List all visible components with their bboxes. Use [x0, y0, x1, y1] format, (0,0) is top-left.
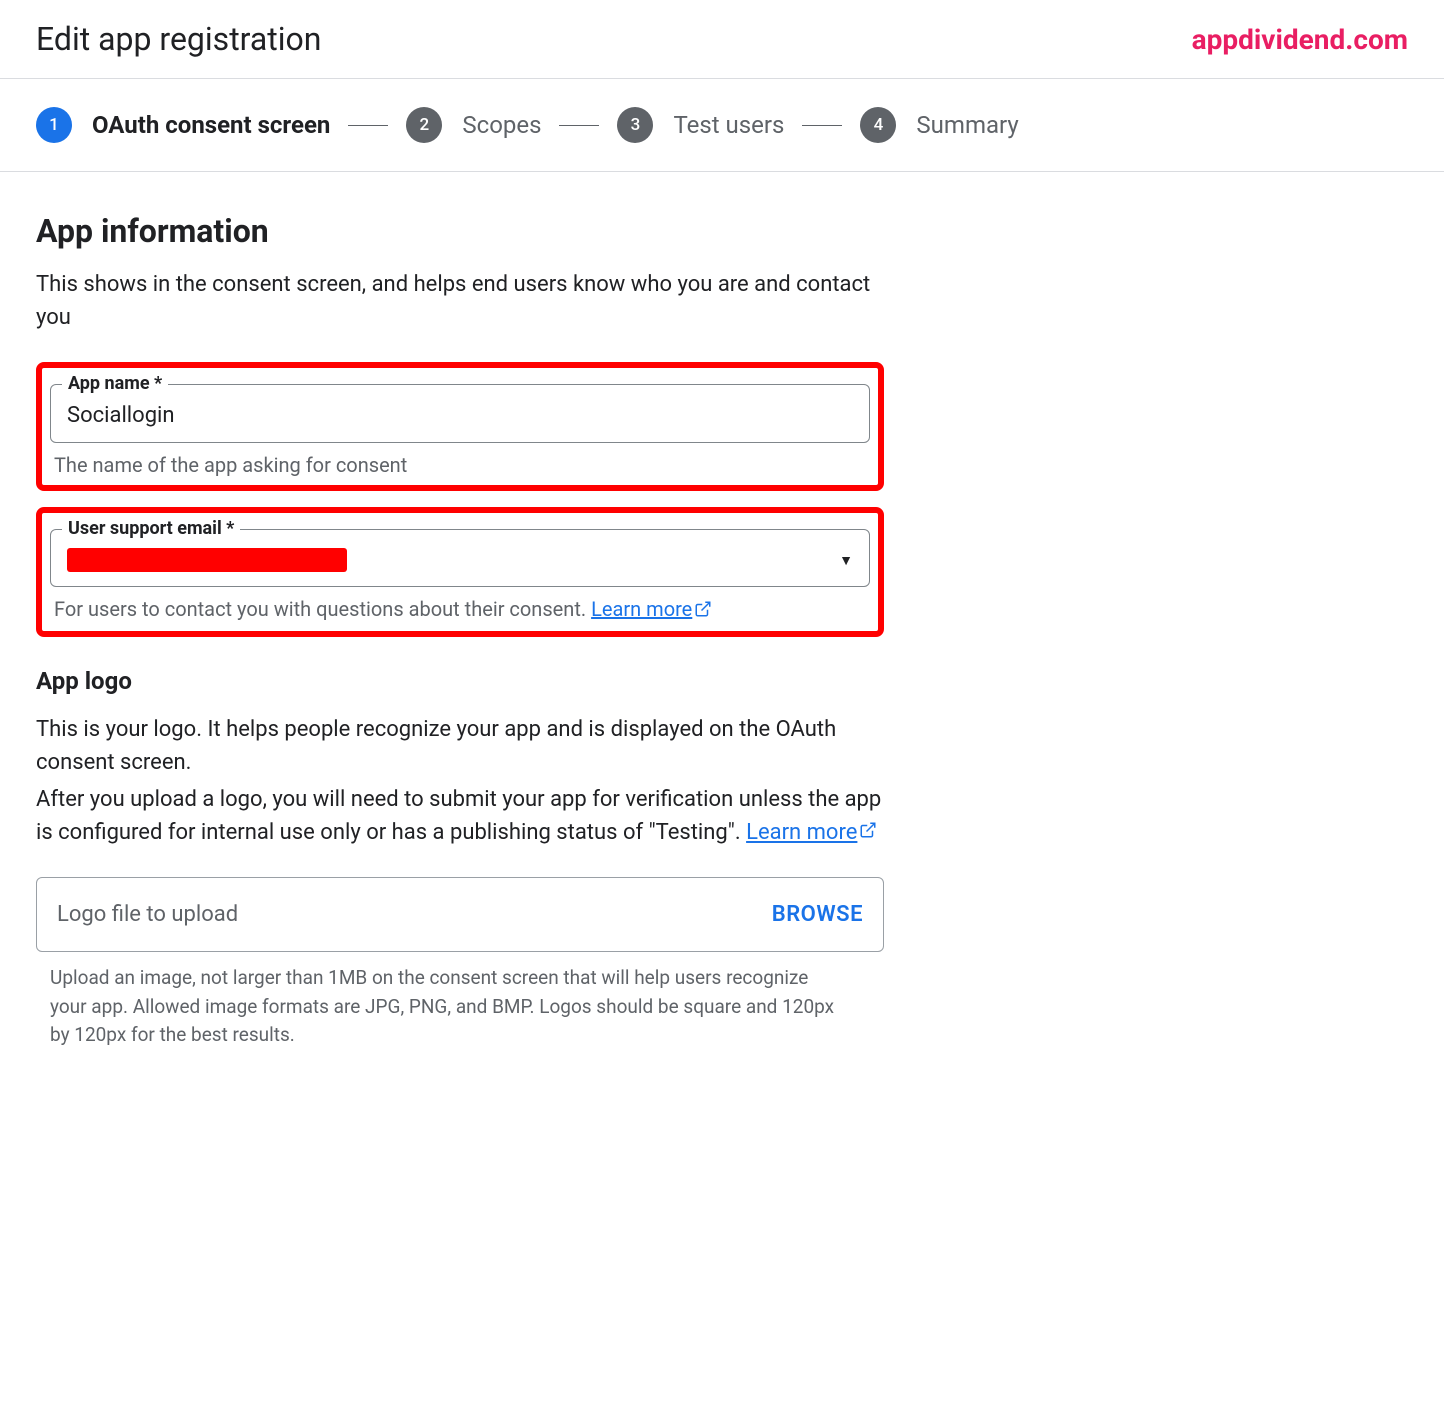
app-info-desc: This shows in the consent screen, and he…	[36, 268, 884, 334]
step-label-2: Scopes	[462, 111, 541, 139]
app-logo-desc-2: After you upload a logo, you will need t…	[36, 783, 884, 850]
step-oauth-consent[interactable]: 1 OAuth consent screen	[36, 107, 330, 143]
stepper: 1 OAuth consent screen 2 Scopes 3 Test u…	[0, 79, 1444, 172]
app-logo-learn-more-link[interactable]: Learn more	[746, 820, 877, 845]
app-name-label: App name *	[62, 373, 168, 394]
step-number-4: 4	[860, 107, 896, 143]
step-test-users[interactable]: 3 Test users	[617, 107, 784, 143]
page-header: Edit app registration appdividend.com	[0, 0, 1444, 79]
logo-upload-label: Logo file to upload	[57, 902, 238, 927]
logo-upload-box[interactable]: Logo file to upload BROWSE	[36, 877, 884, 952]
step-label-3: Test users	[673, 111, 784, 139]
app-name-field: App name *	[50, 384, 870, 443]
redacted-email	[67, 548, 347, 572]
step-number-1: 1	[36, 107, 72, 143]
external-link-icon	[859, 816, 877, 849]
app-name-input-wrap[interactable]	[50, 384, 870, 443]
app-logo-heading: App logo	[36, 667, 884, 695]
support-email-learn-more-link[interactable]: Learn more	[591, 597, 712, 621]
step-connector	[802, 125, 842, 126]
main-content: App information This shows in the consen…	[0, 172, 920, 1090]
step-label-4: Summary	[916, 111, 1018, 139]
app-info-heading: App information	[36, 212, 884, 250]
support-email-help: For users to contact you with questions …	[50, 597, 870, 623]
step-connector	[348, 125, 388, 126]
step-summary[interactable]: 4 Summary	[860, 107, 1018, 143]
logo-upload-help: Upload an image, not larger than 1MB on …	[36, 964, 884, 1050]
watermark: appdividend.com	[1192, 23, 1408, 56]
step-connector	[559, 125, 599, 126]
external-link-icon	[694, 599, 712, 623]
app-name-highlight: App name * The name of the app asking fo…	[36, 362, 884, 491]
step-number-3: 3	[617, 107, 653, 143]
browse-button[interactable]: BROWSE	[772, 902, 863, 927]
support-email-label: User support email *	[62, 518, 240, 539]
step-label-1: OAuth consent screen	[92, 111, 330, 139]
app-name-help: The name of the app asking for consent	[50, 453, 870, 477]
app-logo-desc-1: This is your logo. It helps people recog…	[36, 713, 884, 779]
support-email-field: User support email * ▼	[50, 529, 870, 587]
step-number-2: 2	[406, 107, 442, 143]
support-email-highlight: User support email * ▼ For users to cont…	[36, 507, 884, 637]
chevron-down-icon: ▼	[839, 552, 853, 569]
support-email-help-text: For users to contact you with questions …	[54, 597, 591, 621]
page-title: Edit app registration	[36, 20, 321, 58]
step-scopes[interactable]: 2 Scopes	[406, 107, 541, 143]
app-name-input[interactable]	[67, 403, 853, 428]
